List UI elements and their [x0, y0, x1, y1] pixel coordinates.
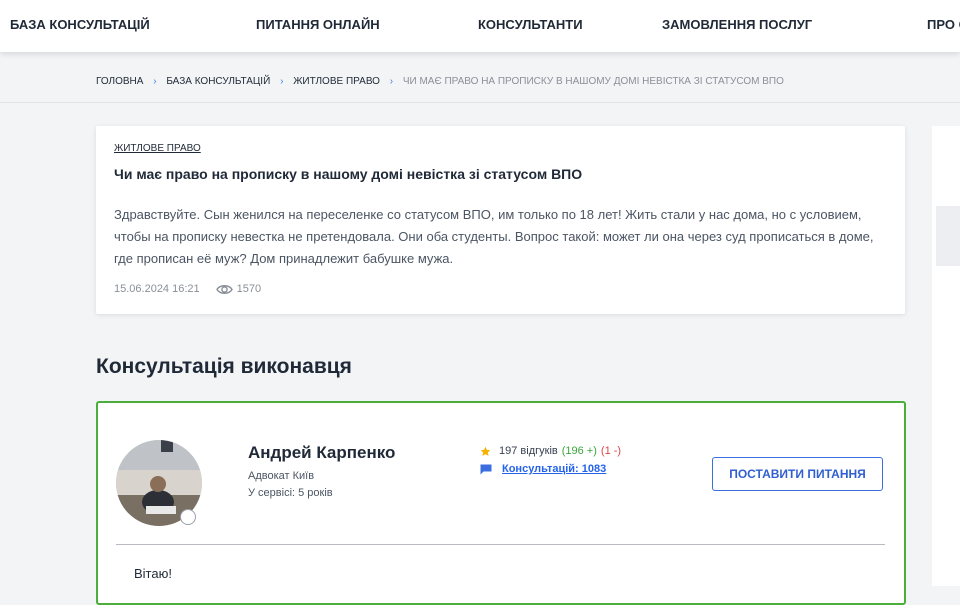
answer-greeting: Вітаю! [134, 566, 172, 581]
sidebar-card [932, 126, 960, 586]
breadcrumb-housing-law[interactable]: ЖИТЛОВЕ ПРАВО [293, 76, 380, 87]
nav-item-consultants[interactable]: КОНСУЛЬТАНТИ [478, 17, 583, 32]
nav-item-about[interactable]: ПРО С [927, 17, 960, 32]
expert-reviews: 197 відгуків (196 +) (1 -) [480, 445, 621, 457]
chevron-right-icon: › [153, 76, 157, 87]
reviews-count: 197 відгуків [499, 445, 558, 457]
star-icon [480, 446, 491, 457]
nav-item-consultations-base[interactable]: БАЗА КОНСУЛЬТАЦІЙ [10, 17, 150, 32]
question-date: 15.06.2024 16:21 [114, 283, 200, 295]
eye-icon [215, 284, 233, 295]
nav-item-questions-online[interactable]: ПИТАННЯ ОНЛАЙН [256, 17, 380, 32]
divider [116, 544, 885, 545]
sidebar-placeholder [936, 206, 960, 266]
breadcrumb: ГОЛОВНА › БАЗА КОНСУЛЬТАЦІЙ › ЖИТЛОВЕ ПР… [96, 76, 784, 87]
consultations-count-link[interactable]: Консультацій: 1083 [502, 463, 606, 475]
ask-question-button[interactable]: ПОСТАВИТИ ПИТАННЯ [712, 457, 883, 491]
expert-consultations: Консультацій: 1083 [480, 463, 606, 475]
expert-name[interactable]: Андрей Карпенко [248, 443, 395, 463]
expert-role: Адвокат Київ [248, 470, 315, 482]
reviews-negative: (1 -) [600, 445, 622, 457]
breadcrumb-bar: ГОЛОВНА › БАЗА КОНСУЛЬТАЦІЙ › ЖИТЛОВЕ ПР… [0, 52, 960, 103]
question-title: Чи має право на прописку в нашому домі н… [114, 166, 583, 182]
question-card: ЖИТЛОВЕ ПРАВО Чи має право на прописку в… [96, 126, 905, 314]
expert-service-time: У сервісі: 5 років [248, 487, 333, 499]
question-views: 1570 [236, 283, 262, 295]
question-body: Здравствуйте. Сын женился на переселенке… [114, 207, 874, 266]
expert-card: Андрей Карпенко Адвокат Київ У сервісі: … [96, 401, 906, 605]
chevron-right-icon: › [389, 76, 394, 87]
breadcrumb-consultations-base[interactable]: БАЗА КОНСУЛЬТАЦІЙ [166, 76, 270, 87]
chat-icon [480, 464, 492, 475]
online-status-indicator [180, 509, 196, 525]
section-title: Консультація виконавця [96, 355, 352, 378]
question-meta: 15.06.2024 16:21 1570 [114, 283, 261, 295]
chevron-right-icon: › [280, 76, 284, 87]
breadcrumb-current: ЧИ МАЄ ПРАВО НА ПРОПИСКУ В НАШОМУ ДОМІ Н… [402, 76, 784, 87]
top-navigation: БАЗА КОНСУЛЬТАЦІЙ ПИТАННЯ ОНЛАЙН КОНСУЛЬ… [0, 0, 960, 52]
nav-item-order-services[interactable]: ЗАМОВЛЕННЯ ПОСЛУГ [662, 17, 812, 32]
reviews-positive: (196 +) [561, 445, 597, 457]
question-category-link[interactable]: ЖИТЛОВЕ ПРАВО [114, 143, 201, 154]
breadcrumb-home[interactable]: ГОЛОВНА [96, 76, 143, 87]
